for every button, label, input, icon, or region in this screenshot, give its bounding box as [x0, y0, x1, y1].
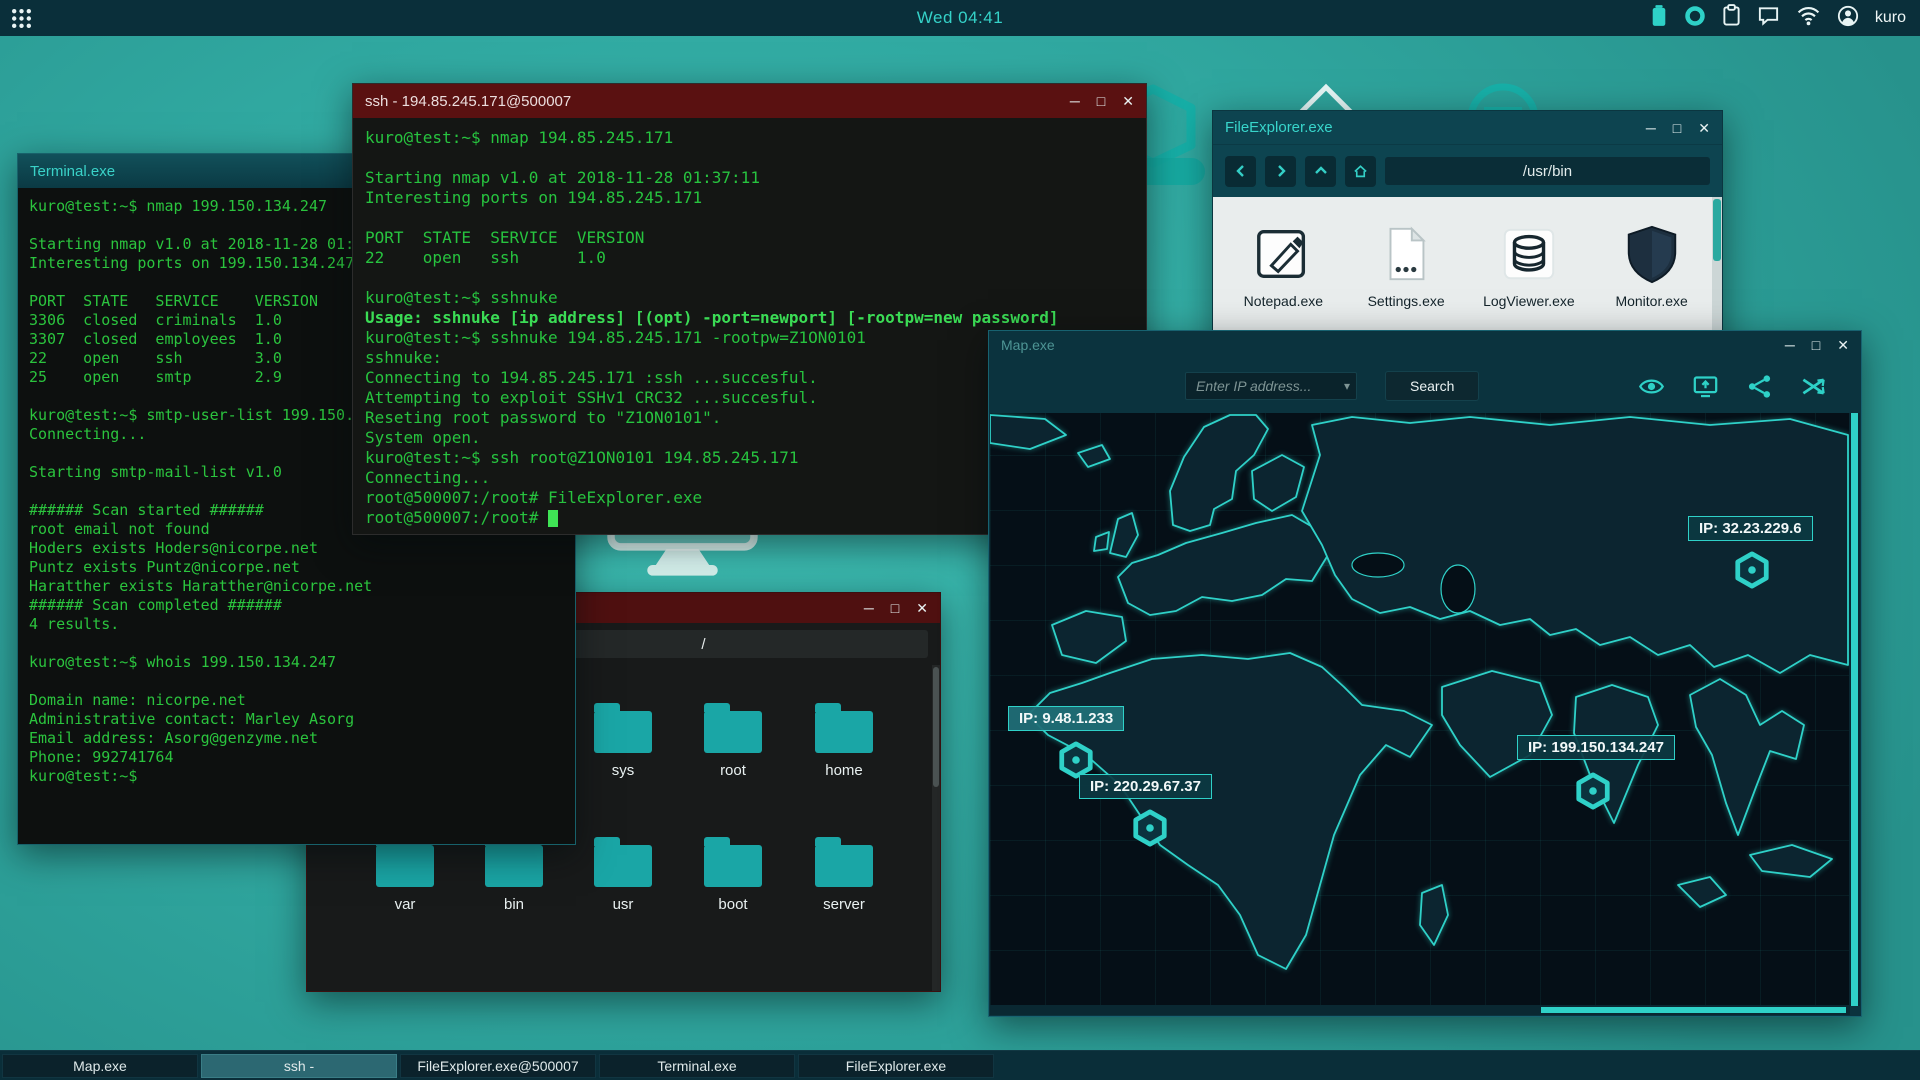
ip-marker-label[interactable]: IP: 199.150.134.247 [1517, 735, 1675, 760]
window-controls: ─ □ ✕ [1785, 338, 1849, 352]
screen-share-icon[interactable] [1692, 373, 1719, 400]
ip-marker-label[interactable]: IP: 32.23.229.6 [1688, 516, 1813, 541]
window-controls: ─ □ ✕ [1646, 121, 1710, 135]
maximize-button[interactable]: □ [891, 601, 899, 615]
file-explorer-bin-window: FileExplorer.exe ─ □ ✕ /usr/bin Notepad.… [1212, 110, 1723, 364]
folder-var[interactable]: var [351, 835, 459, 913]
notepad-icon [1257, 230, 1306, 278]
clipboard-icon[interactable] [1722, 4, 1741, 32]
folder-icon [815, 703, 873, 753]
chevron-down-icon[interactable]: ▾ [1344, 379, 1350, 393]
folder-icon [815, 837, 873, 887]
maximize-button[interactable]: □ [1673, 121, 1681, 135]
status-circle-icon[interactable] [1684, 5, 1706, 32]
user-icon[interactable] [1837, 5, 1859, 32]
folder-usr[interactable]: usr [569, 835, 677, 913]
map-window: Map.exe ─ □ ✕ ▾ Search [988, 330, 1862, 1017]
close-button[interactable]: ✕ [1837, 338, 1849, 352]
logviewer-icon [1503, 228, 1555, 280]
folder-icon [376, 837, 434, 887]
forward-button[interactable] [1265, 155, 1296, 187]
maximize-button[interactable]: □ [1812, 338, 1820, 352]
map-toolbar: ▾ Search [989, 359, 1861, 413]
eye-icon[interactable] [1638, 373, 1665, 400]
ip-marker-label[interactable]: IP: 9.48.1.233 [1008, 706, 1125, 731]
ip-marker-hexagon[interactable] [1574, 772, 1612, 810]
vertical-scrollbar[interactable] [1849, 413, 1860, 1006]
close-button[interactable]: ✕ [1698, 121, 1710, 135]
window-controls: ─ □ ✕ [1070, 94, 1134, 108]
share-icon[interactable] [1746, 373, 1773, 400]
clock: Wed 04:41 [916, 8, 1004, 27]
folder-icon [485, 837, 543, 887]
window-title: Terminal.exe [30, 162, 116, 180]
world-map-canvas[interactable]: IP: 32.23.229.6 IP: 9.48.1.233 IP: 220.2… [990, 413, 1850, 1006]
taskbar-item-map[interactable]: Map.exe [2, 1053, 198, 1078]
taskbar-item-fileexplorer-remote[interactable]: FileExplorer.exe@500007 [400, 1053, 596, 1078]
folder-bin[interactable]: bin [460, 835, 568, 913]
scrollbar-thumb[interactable] [1541, 1007, 1846, 1013]
scrollbar-thumb[interactable] [1851, 413, 1858, 1006]
top-menu-bar: Wed 04:41 kuro [0, 0, 1920, 36]
folder-sys[interactable]: sys [569, 701, 677, 779]
scrollbar-thumb[interactable] [1713, 199, 1721, 261]
minimize-button[interactable]: ─ [1785, 338, 1795, 352]
folder-icon [594, 703, 652, 753]
folder-server[interactable]: server [790, 835, 898, 913]
taskbar-item-fileexplorer[interactable]: FileExplorer.exe [798, 1053, 994, 1078]
map-tool-icons [1638, 373, 1827, 400]
settings-icon [1389, 226, 1426, 281]
window-title: Map.exe [1001, 337, 1055, 353]
scrollbar-thumb[interactable] [933, 667, 939, 787]
file-explorer-bin-toolbar: /usr/bin [1213, 144, 1722, 197]
minimize-button[interactable]: ─ [864, 601, 874, 615]
username-label[interactable]: kuro [1875, 9, 1906, 27]
usage-line: Usage: sshnuke [ip address] [(opt) -port… [365, 308, 1059, 327]
map-titlebar[interactable]: Map.exe ─ □ ✕ [989, 331, 1861, 359]
window-controls: ─ □ ✕ [864, 601, 928, 615]
window-title: ssh - 194.85.245.171@500007 [365, 92, 572, 110]
folder-home[interactable]: home [790, 701, 898, 779]
up-button[interactable] [1305, 155, 1336, 187]
window-title: FileExplorer.exe [1225, 119, 1333, 136]
file-explorer-bin-titlebar[interactable]: FileExplorer.exe ─ □ ✕ [1213, 111, 1722, 144]
system-tray: kuro [1650, 3, 1920, 33]
ip-marker-hexagon[interactable] [1131, 809, 1169, 847]
wifi-icon[interactable] [1796, 5, 1821, 31]
ip-search-input[interactable] [1185, 372, 1357, 400]
search-button[interactable]: Search [1385, 371, 1480, 401]
battery-icon[interactable] [1650, 3, 1668, 33]
route-crossing-icon[interactable] [1800, 373, 1827, 400]
chat-icon[interactable] [1757, 4, 1780, 32]
taskbar-item-terminal[interactable]: Terminal.exe [599, 1053, 795, 1078]
ip-search-wrap: ▾ [1185, 372, 1357, 400]
folder-root[interactable]: root [679, 701, 787, 779]
maximize-button[interactable]: □ [1097, 94, 1105, 108]
folder-icon [594, 837, 652, 887]
shield-icon [1627, 225, 1676, 284]
folder-icon [704, 703, 762, 753]
home-button[interactable] [1345, 155, 1376, 187]
minimize-button[interactable]: ─ [1070, 94, 1080, 108]
ip-marker-hexagon[interactable] [1733, 551, 1771, 589]
taskbar: Map.exe ssh - FileExplorer.exe@500007 Te… [0, 1050, 1920, 1080]
address-bar[interactable]: /usr/bin [1385, 157, 1710, 185]
taskbar-item-ssh[interactable]: ssh - [201, 1053, 397, 1078]
close-button[interactable]: ✕ [1122, 94, 1134, 108]
back-button[interactable] [1225, 155, 1256, 187]
horizontal-scrollbar[interactable] [990, 1005, 1850, 1015]
close-button[interactable]: ✕ [916, 601, 928, 615]
folder-icon [704, 837, 762, 887]
terminal-cursor [548, 510, 559, 527]
ssh-titlebar[interactable]: ssh - 194.85.245.171@500007 ─ □ ✕ [353, 84, 1146, 118]
ip-marker-label[interactable]: IP: 220.29.67.37 [1079, 774, 1212, 799]
folder-boot[interactable]: boot [679, 835, 787, 913]
minimize-button[interactable]: ─ [1646, 121, 1656, 135]
scrollbar[interactable] [932, 665, 940, 991]
